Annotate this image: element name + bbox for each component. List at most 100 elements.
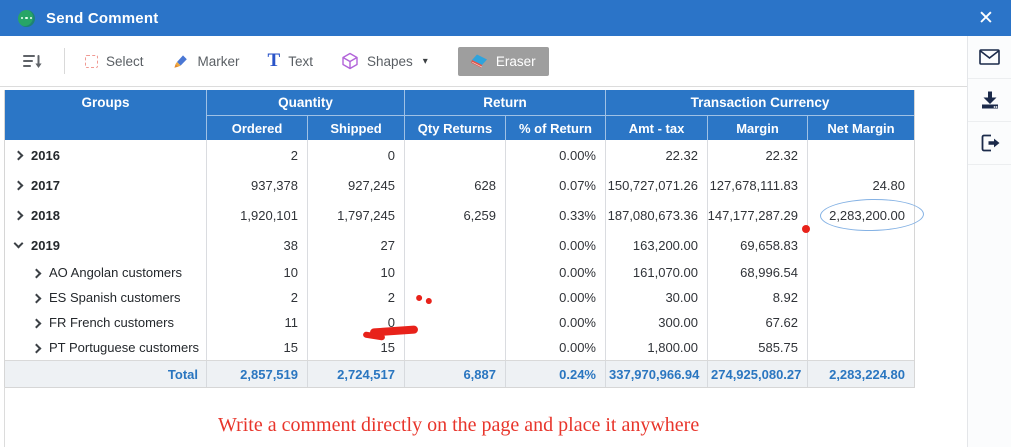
row-group-cell[interactable]: PT Portuguese customers xyxy=(5,335,206,360)
row-label: ES Spanish customers xyxy=(49,290,181,305)
column-group-return[interactable]: Return xyxy=(404,90,605,115)
exclamation-annotation[interactable] xyxy=(415,291,441,325)
row-group-cell[interactable]: AO Angolan customers xyxy=(5,260,206,285)
close-icon[interactable]: ✕ xyxy=(973,6,999,30)
column-group-transaction-currency[interactable]: Transaction Currency xyxy=(605,90,914,115)
cell-amt-tax: 163,200.00 xyxy=(605,230,707,260)
total-cell-qty-returns: 6,887 xyxy=(404,361,505,387)
row-group-cell[interactable]: ES Spanish customers xyxy=(5,285,206,310)
table-row: PT Portuguese customers15150.00%1,800.00… xyxy=(5,335,914,360)
cell-margin: 8.92 xyxy=(707,285,807,310)
cell-qty-returns: 628 xyxy=(404,170,505,200)
cell-pct-of-return: 0.07% xyxy=(505,170,605,200)
toolbar-divider xyxy=(64,48,65,74)
shapes-tool-label: Shapes xyxy=(367,54,413,69)
cell-margin: 69,658.83 xyxy=(707,230,807,260)
text-tool-button[interactable]: T Text xyxy=(258,47,323,75)
eraser-tool-button[interactable]: Eraser xyxy=(458,47,549,76)
chevron-right-icon[interactable] xyxy=(32,343,42,353)
download-button[interactable] xyxy=(968,79,1011,122)
column-header-groups[interactable]: Groups xyxy=(5,90,206,140)
table-row: 2016200.00%22.3222.32 xyxy=(5,140,914,170)
column-header-qty-returns[interactable]: Qty Returns xyxy=(404,115,505,140)
cell-net-margin xyxy=(807,230,914,260)
cell-amt-tax: 161,070.00 xyxy=(605,260,707,285)
column-group-quantity[interactable]: Quantity xyxy=(206,90,404,115)
window-title: Send Comment xyxy=(46,10,158,27)
row-label: FR French customers xyxy=(49,315,174,330)
column-header-net-margin[interactable]: Net Margin xyxy=(807,115,914,140)
cell-ordered: 1,920,101 xyxy=(206,200,307,230)
cell-shipped: 0 xyxy=(307,140,404,170)
cell-margin: 127,678,111.83 xyxy=(707,170,807,200)
column-header-shipped[interactable]: Shipped xyxy=(307,115,404,140)
cell-net-margin xyxy=(807,335,914,360)
column-header-ordered[interactable]: Ordered xyxy=(206,115,307,140)
titlebar: Send Comment ✕ xyxy=(0,0,1011,36)
select-tool-button[interactable]: Select xyxy=(75,48,154,75)
cell-shipped: 15 xyxy=(307,335,404,360)
total-cell-amt-tax: 337,970,966.94 xyxy=(605,361,707,387)
chevron-right-icon[interactable] xyxy=(32,268,42,278)
cell-amt-tax: 187,080,673.36 xyxy=(605,200,707,230)
cell-margin: 68,996.54 xyxy=(707,260,807,285)
chevron-right-icon[interactable] xyxy=(32,318,42,328)
exit-icon xyxy=(979,134,1000,152)
marker-tool-button[interactable]: Marker xyxy=(162,46,250,76)
cell-qty-returns xyxy=(404,260,505,285)
cell-ordered: 10 xyxy=(206,260,307,285)
cell-qty-returns: 6,259 xyxy=(404,200,505,230)
chevron-right-icon[interactable] xyxy=(32,293,42,303)
row-group-cell[interactable]: FR French customers xyxy=(5,310,206,335)
row-label: 2018 xyxy=(31,208,60,223)
cell-pct-of-return: 0.00% xyxy=(505,140,605,170)
text-icon: T xyxy=(268,53,281,69)
column-header-amt-tax[interactable]: Amt - tax xyxy=(605,115,707,140)
email-button[interactable] xyxy=(968,36,1011,79)
chevron-right-icon[interactable] xyxy=(14,211,24,221)
cell-pct-of-return: 0.00% xyxy=(505,310,605,335)
sort-descending-icon[interactable] xyxy=(12,46,52,76)
total-label: Total xyxy=(5,361,206,387)
cell-amt-tax: 150,727,071.26 xyxy=(605,170,707,200)
comment-text-annotation[interactable]: Write a comment directly on the page and… xyxy=(218,414,699,437)
row-group-cell[interactable]: 2019 xyxy=(5,230,206,260)
row-label: 2017 xyxy=(31,178,60,193)
cell-qty-returns xyxy=(404,230,505,260)
row-label: AO Angolan customers xyxy=(49,265,182,280)
cell-net-margin xyxy=(807,140,914,170)
cell-margin: 585.75 xyxy=(707,335,807,360)
cell-ordered: 38 xyxy=(206,230,307,260)
cell-margin: 22.32 xyxy=(707,140,807,170)
cell-net-margin: 24.80 xyxy=(807,170,914,200)
chevron-right-icon[interactable] xyxy=(14,181,24,191)
sort-descending-icon xyxy=(22,52,42,70)
table-row: ES Spanish customers220.00%30.008.92 xyxy=(5,285,914,310)
download-icon xyxy=(980,91,1000,109)
cell-ordered: 11 xyxy=(206,310,307,335)
shapes-tool-button[interactable]: Shapes ▾ xyxy=(331,46,438,76)
total-row: Total 2,857,519 2,724,517 6,887 0.24% 33… xyxy=(5,360,914,387)
chevron-right-icon[interactable] xyxy=(14,151,24,161)
cell-qty-returns xyxy=(404,335,505,360)
cell-pct-of-return: 0.00% xyxy=(505,230,605,260)
cell-shipped: 1,797,245 xyxy=(307,200,404,230)
exit-button[interactable] xyxy=(968,122,1011,165)
marker-tool-label: Marker xyxy=(198,54,240,69)
cell-shipped: 27 xyxy=(307,230,404,260)
table-row: 20181,920,1011,797,2456,2590.33%187,080,… xyxy=(5,200,914,230)
chevron-down-icon[interactable] xyxy=(14,239,24,249)
row-group-cell[interactable]: 2018 xyxy=(5,200,206,230)
dot-annotation[interactable] xyxy=(802,225,810,233)
cell-amt-tax: 30.00 xyxy=(605,285,707,310)
shapes-icon xyxy=(341,52,359,70)
row-label: 2016 xyxy=(31,148,60,163)
row-group-cell[interactable]: 2017 xyxy=(5,170,206,200)
row-group-cell[interactable]: 2016 xyxy=(5,140,206,170)
column-header-pct-of-return[interactable]: % of Return xyxy=(505,115,605,140)
page-left-border xyxy=(4,387,5,447)
cell-ordered: 2 xyxy=(206,140,307,170)
shapes-dropdown-arrow-icon[interactable]: ▾ xyxy=(423,56,428,67)
cell-shipped: 927,245 xyxy=(307,170,404,200)
column-header-margin[interactable]: Margin xyxy=(707,115,807,140)
